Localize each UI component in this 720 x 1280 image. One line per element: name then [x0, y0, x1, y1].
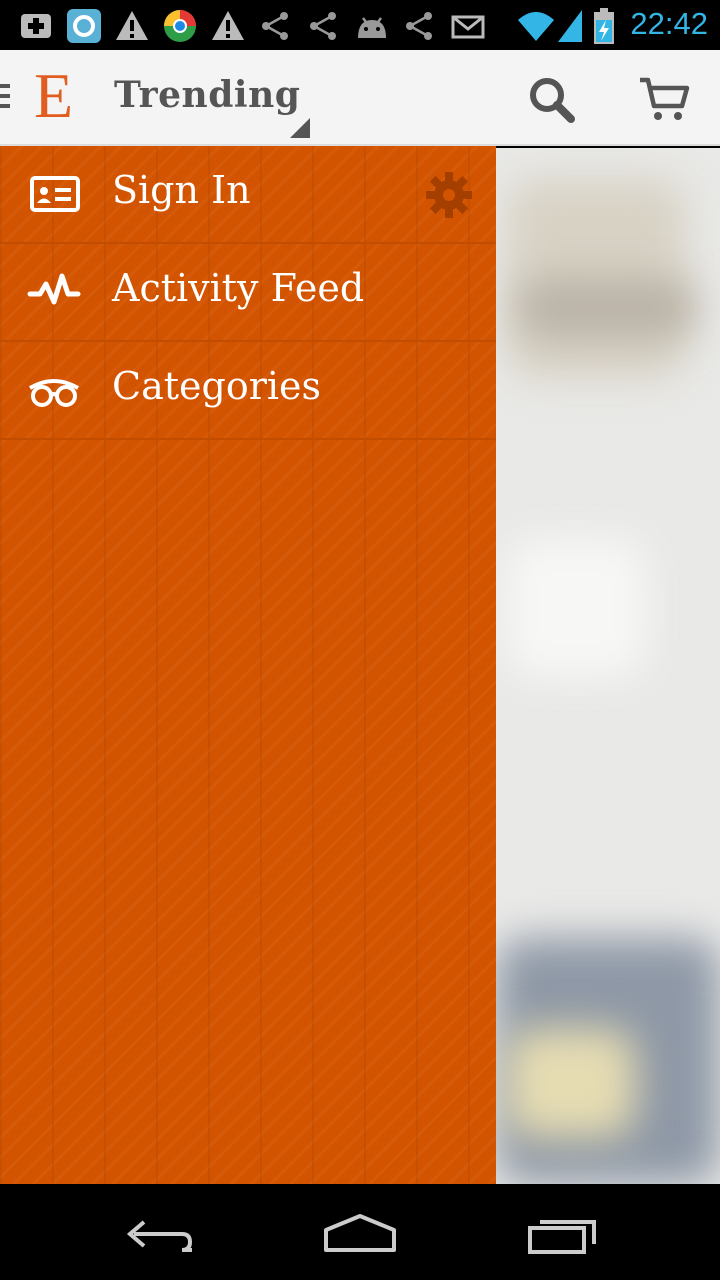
dropdown-indicator-icon — [290, 118, 310, 138]
back-icon[interactable] — [122, 1210, 198, 1256]
status-time: 22:42 — [630, 6, 708, 41]
share-icon — [406, 12, 432, 40]
share-icon — [262, 12, 288, 40]
drawer-item-activity-feed[interactable]: Activity Feed — [0, 244, 496, 342]
gear-icon[interactable] — [424, 170, 474, 220]
drawer-item-sign-in[interactable]: Sign In — [0, 146, 496, 244]
drawer-item-label: Activity Feed — [112, 266, 365, 310]
wifi-icon — [518, 12, 554, 41]
id-card-icon — [30, 176, 80, 212]
search-icon[interactable] — [522, 70, 582, 130]
cart-icon[interactable] — [634, 70, 694, 130]
page-title[interactable]: Trending — [114, 74, 300, 116]
app-logo[interactable]: E — [34, 64, 73, 128]
recent-apps-icon[interactable] — [524, 1210, 600, 1256]
share-icon — [310, 12, 336, 40]
system-nav-bar — [0, 1184, 720, 1280]
navigation-drawer: Sign In Activity Feed Categories — [0, 146, 496, 1184]
chrome-icon — [164, 10, 196, 42]
mail-icon — [451, 15, 485, 39]
warning-icon — [212, 11, 244, 40]
drawer-item-label: Sign In — [112, 168, 251, 212]
activity-icon — [27, 273, 81, 305]
action-bar: E Trending — [0, 50, 720, 146]
menu-icon[interactable] — [0, 84, 10, 114]
glasses-icon — [28, 379, 80, 407]
drawer-item-label: Categories — [112, 364, 321, 408]
warning-icon — [116, 11, 148, 40]
home-icon[interactable] — [322, 1210, 398, 1256]
battery-icon — [594, 8, 614, 44]
drawer-item-categories[interactable]: Categories — [0, 342, 496, 440]
status-bar: 22:42 — [0, 0, 720, 50]
android-icon — [358, 17, 386, 38]
app-icon — [67, 9, 101, 43]
blurred-content — [496, 148, 720, 1184]
add-icon — [21, 14, 51, 38]
signal-icon — [558, 10, 582, 42]
